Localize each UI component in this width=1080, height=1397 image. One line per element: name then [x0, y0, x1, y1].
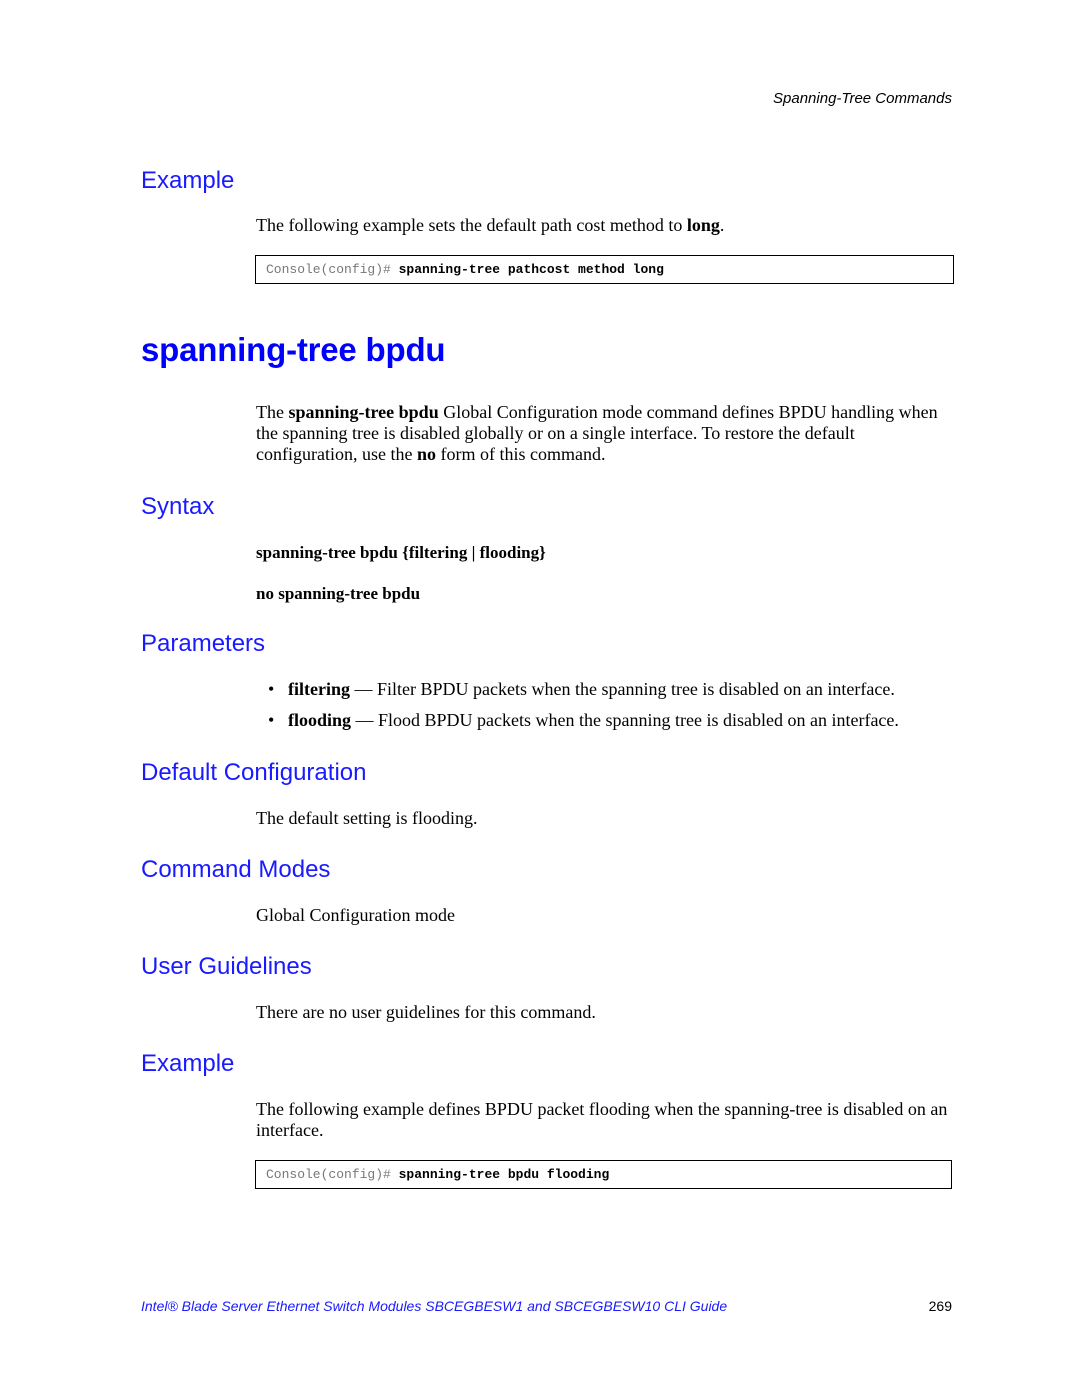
syntax-heading: Syntax [141, 493, 215, 520]
description-no-keyword: no [416, 444, 436, 464]
user-guidelines-heading: User Guidelines [141, 953, 312, 980]
command-modes-heading: Command Modes [141, 856, 331, 883]
console-command: spanning-tree pathcost method long [398, 262, 664, 277]
example-heading-top: Example [141, 167, 235, 194]
parameter-item-flooding: • flooding — Flood BPDU packets when the … [268, 710, 899, 731]
parameter-term: flooding [288, 710, 352, 730]
example-top-text-prefix: The following example sets the default p… [256, 215, 687, 235]
description-text: The [256, 402, 289, 422]
parameter-term: filtering [288, 679, 350, 699]
console-command: spanning-tree bpdu flooding [398, 1167, 610, 1182]
example-heading-bottom: Example [141, 1050, 235, 1077]
default-configuration-heading: Default Configuration [141, 759, 367, 786]
bullet-icon: • [268, 679, 275, 699]
example-bottom-text: The following example defines BPDU packe… [256, 1099, 948, 1140]
user-guidelines-text: There are no user guidelines for this co… [256, 1002, 596, 1022]
description-text: form of this command. [435, 444, 606, 464]
command-description: The spanning-tree bpdu Global Configurat… [256, 402, 956, 465]
syntax-line-1: spanning-tree bpdu {filtering | flooding… [256, 543, 546, 562]
command-modes-text: Global Configuration mode [256, 905, 455, 925]
command-title: spanning-tree bpdu [141, 331, 446, 368]
parameter-desc: — Flood BPDU packets when the spanning t… [351, 710, 899, 730]
console-prompt: Console(config)# [266, 1167, 399, 1182]
page-number: 269 [928, 1298, 952, 1314]
example-top-text: The following example sets the default p… [256, 215, 956, 236]
bullet-icon: • [268, 710, 275, 730]
code-example-bottom: Console(config)# spanning-tree bpdu floo… [255, 1160, 952, 1189]
example-top-text-suffix: . [719, 215, 725, 235]
description-command: spanning-tree bpdu [288, 402, 439, 422]
example-top-text-bold: long [686, 215, 720, 235]
parameter-desc: — Filter BPDU packets when the spanning … [349, 679, 895, 699]
syntax-line-2: no spanning-tree bpdu [256, 584, 421, 603]
parameters-list: • filtering — Filter BPDU packets when th… [268, 679, 899, 741]
code-example-top: Console(config)# spanning-tree pathcost … [255, 255, 954, 284]
footer-title: Intel® Blade Server Ethernet Switch Modu… [141, 1298, 728, 1314]
running-head: Spanning-Tree Commands [773, 90, 952, 107]
parameters-heading: Parameters [141, 630, 266, 657]
parameter-item-filtering: • filtering — Filter BPDU packets when th… [268, 679, 899, 700]
console-prompt: Console(config)# [266, 262, 399, 277]
default-configuration-text: The default setting is flooding. [256, 808, 478, 828]
